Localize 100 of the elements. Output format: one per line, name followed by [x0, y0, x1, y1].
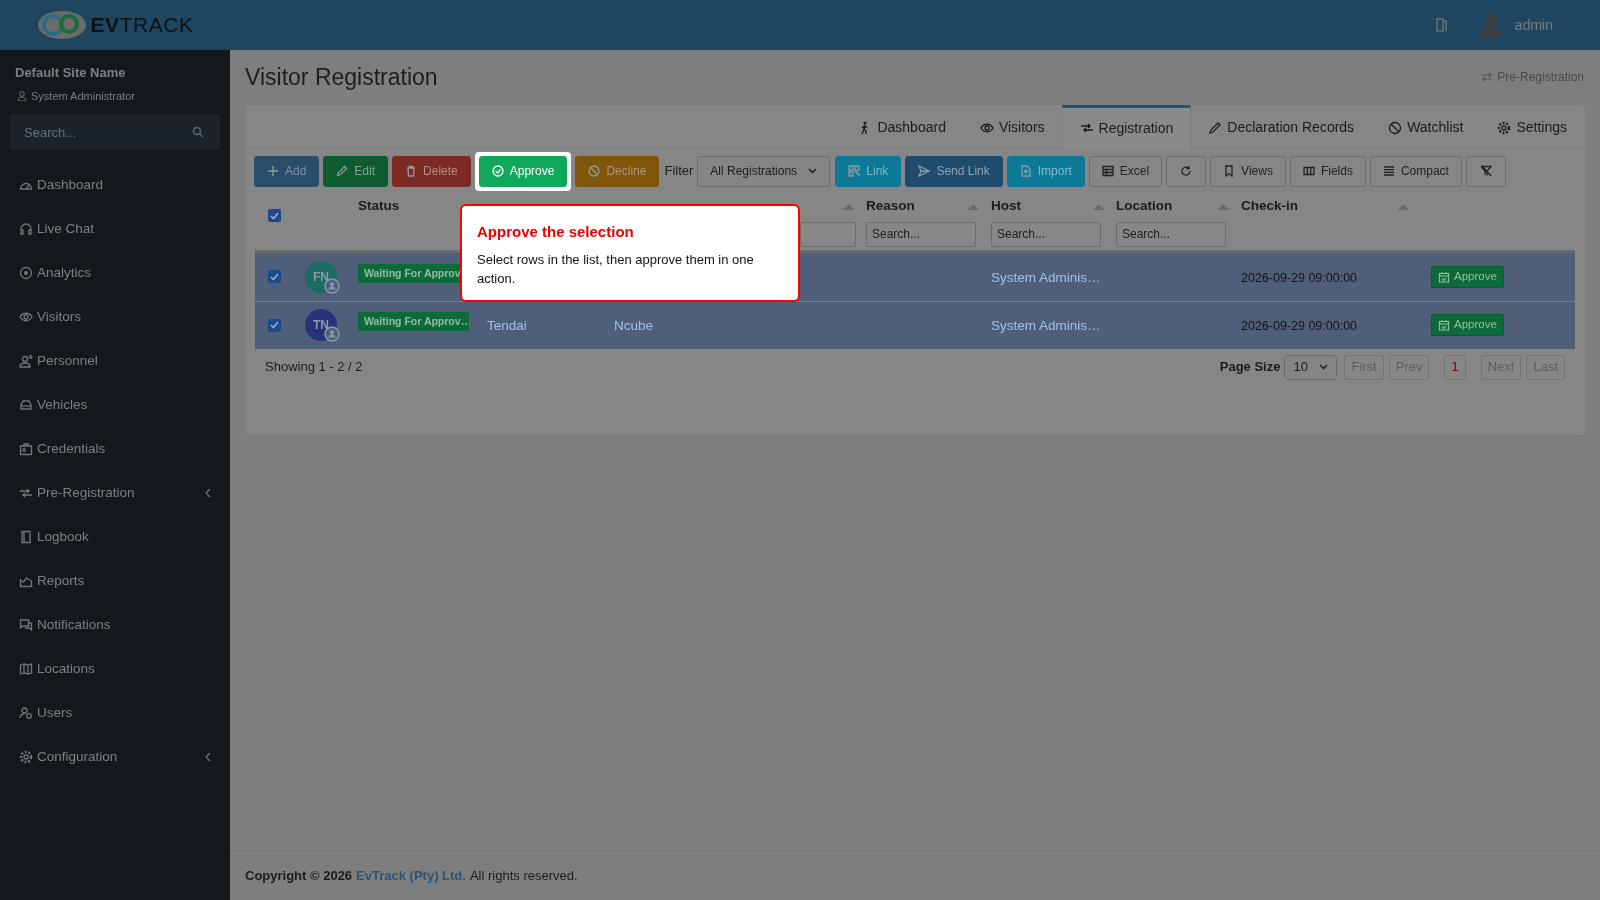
logo-text: EVTRACK [90, 12, 194, 39]
toolbar-button[interactable]: Edit [323, 155, 389, 187]
rights-text: All rights reserved. [469, 866, 578, 885]
id-badge-icon [19, 442, 33, 456]
column-header[interactable]: Reason [866, 196, 915, 217]
blocked-person-icon [1388, 120, 1403, 135]
page-button[interactable]: 1 [1444, 354, 1466, 380]
bookmark-icon [1223, 165, 1236, 177]
first-name-link[interactable]: Tendai [487, 318, 527, 333]
logo-icon [36, 10, 87, 40]
sidebar-item[interactable]: Logbook [0, 515, 230, 559]
sidebar-item[interactable]: Notifications [0, 603, 230, 647]
toolbar-button[interactable]: Link [835, 155, 902, 187]
user-gear-icon [19, 706, 33, 720]
sidebar-item[interactable]: Locations [0, 647, 230, 691]
toolbar-button[interactable]: Compact [1369, 155, 1462, 187]
checkbox[interactable] [268, 270, 281, 283]
column-header[interactable]: Check-in [1241, 196, 1298, 217]
approve-button[interactable]: Approve [1431, 314, 1504, 336]
qr-icon [848, 165, 861, 177]
tooltip-text: Select rows in the list, then approve them in one action. [477, 250, 755, 288]
filter-select[interactable]: All Registrations [697, 155, 831, 187]
user-icon [17, 90, 27, 101]
sidebar-item[interactable]: Dashboard [0, 163, 230, 207]
sidebar-item[interactable]: Reports [0, 559, 230, 603]
search-icon[interactable] [192, 126, 204, 138]
table-icon [1101, 165, 1114, 177]
search-field[interactable]: Search... [991, 221, 1101, 247]
toolbar-button[interactable]: Views [1210, 155, 1286, 187]
door-icon[interactable] [1434, 18, 1447, 32]
sort-arrow-icon[interactable] [1218, 203, 1229, 210]
map-icon [19, 662, 33, 676]
tab[interactable]: Declaration Records [1191, 104, 1372, 148]
pencil-icon [336, 165, 349, 177]
sort-arrow-icon[interactable] [968, 203, 979, 210]
approve-button[interactable]: Approve [1431, 265, 1504, 288]
filter-label: Filter [664, 162, 694, 181]
sort-arrow-icon[interactable] [1093, 203, 1104, 210]
sidebar-search-field[interactable]: Search... [10, 114, 220, 150]
site-name: Default Site Name [14, 64, 127, 82]
host-link[interactable]: System Adminis… [991, 318, 1101, 333]
avatar-icon[interactable] [1478, 12, 1503, 38]
sidebar-item[interactable]: Vehicles [0, 383, 230, 427]
toolbar-button[interactable]: Approve [478, 155, 568, 187]
page-size-label: Page Size [1219, 358, 1281, 377]
tab[interactable]: Watchlist [1371, 104, 1481, 148]
check-circle-icon [491, 165, 504, 177]
search-field[interactable]: Search... [1116, 221, 1226, 247]
toolbar-button[interactable]: Import [1006, 155, 1085, 187]
headset-icon [19, 222, 33, 236]
toolbar-button[interactable] [1465, 155, 1506, 187]
file-upload-icon [1019, 165, 1032, 177]
sort-arrow-icon[interactable] [843, 203, 854, 210]
record-summary: Showing 1 - 2 / 2 [265, 358, 363, 377]
pen-icon [1208, 120, 1223, 135]
sidebar-item[interactable]: Users [0, 691, 230, 735]
checkbox[interactable] [268, 318, 281, 332]
column-header[interactable]: Status [358, 196, 400, 217]
gear-icon [19, 750, 33, 764]
target-icon [19, 266, 33, 280]
tab[interactable]: Visitors [962, 104, 1062, 148]
tab[interactable]: Dashboard [841, 104, 963, 148]
column-header[interactable]: Location [1116, 196, 1173, 217]
toolbar-button[interactable]: Fields [1289, 155, 1366, 187]
sidebar-item[interactable]: Live Chat [0, 207, 230, 251]
last-name-link[interactable]: Ncube [614, 318, 654, 333]
toolbar-button[interactable]: Send Link [905, 155, 1003, 187]
calendar-check-icon [1438, 319, 1450, 331]
column-header[interactable]: Host [991, 196, 1021, 217]
chart-icon [19, 574, 33, 588]
sidebar-item[interactable]: Configuration [0, 735, 230, 779]
toolbar-button[interactable]: Excel [1088, 155, 1163, 187]
sidebar-item[interactable]: Pre-Registration [0, 471, 230, 515]
list-icon [1382, 165, 1395, 177]
sidebar-item[interactable]: Credentials [0, 427, 230, 471]
ban-icon [588, 165, 601, 177]
copyright-text: Copyright © 2026 [245, 866, 353, 885]
search-field[interactable]: Search... [866, 221, 976, 247]
user-name[interactable]: admin [1514, 14, 1553, 36]
tab[interactable]: Registration [1061, 104, 1192, 149]
toolbar-button[interactable]: Decline [575, 155, 660, 187]
toolbar-button[interactable]: Add [254, 155, 320, 187]
gear-icon [1497, 120, 1512, 135]
sort-arrow-icon[interactable] [1398, 203, 1409, 210]
sidebar-item[interactable]: Analytics [0, 251, 230, 295]
sidebar-item[interactable]: Personnel [0, 339, 230, 383]
host-link[interactable]: System Adminis… [991, 269, 1101, 285]
toolbar-button[interactable]: Delete [392, 155, 471, 187]
car-icon [19, 398, 33, 412]
checkin-time: 2026-09-29 09:00:00 [1241, 270, 1358, 285]
tab[interactable]: Settings [1480, 104, 1584, 148]
page-size-select[interactable]: 10 [1284, 354, 1338, 380]
toolbar-button[interactable] [1166, 155, 1207, 187]
refresh-icon [1180, 165, 1193, 177]
sidebar-item[interactable]: Visitors [0, 295, 230, 339]
chevron-down-icon [808, 168, 818, 174]
page-title: Visitor Registration [245, 63, 438, 92]
person-icon [19, 354, 33, 368]
checkbox[interactable] [268, 209, 281, 222]
search-field[interactable] [800, 221, 856, 247]
